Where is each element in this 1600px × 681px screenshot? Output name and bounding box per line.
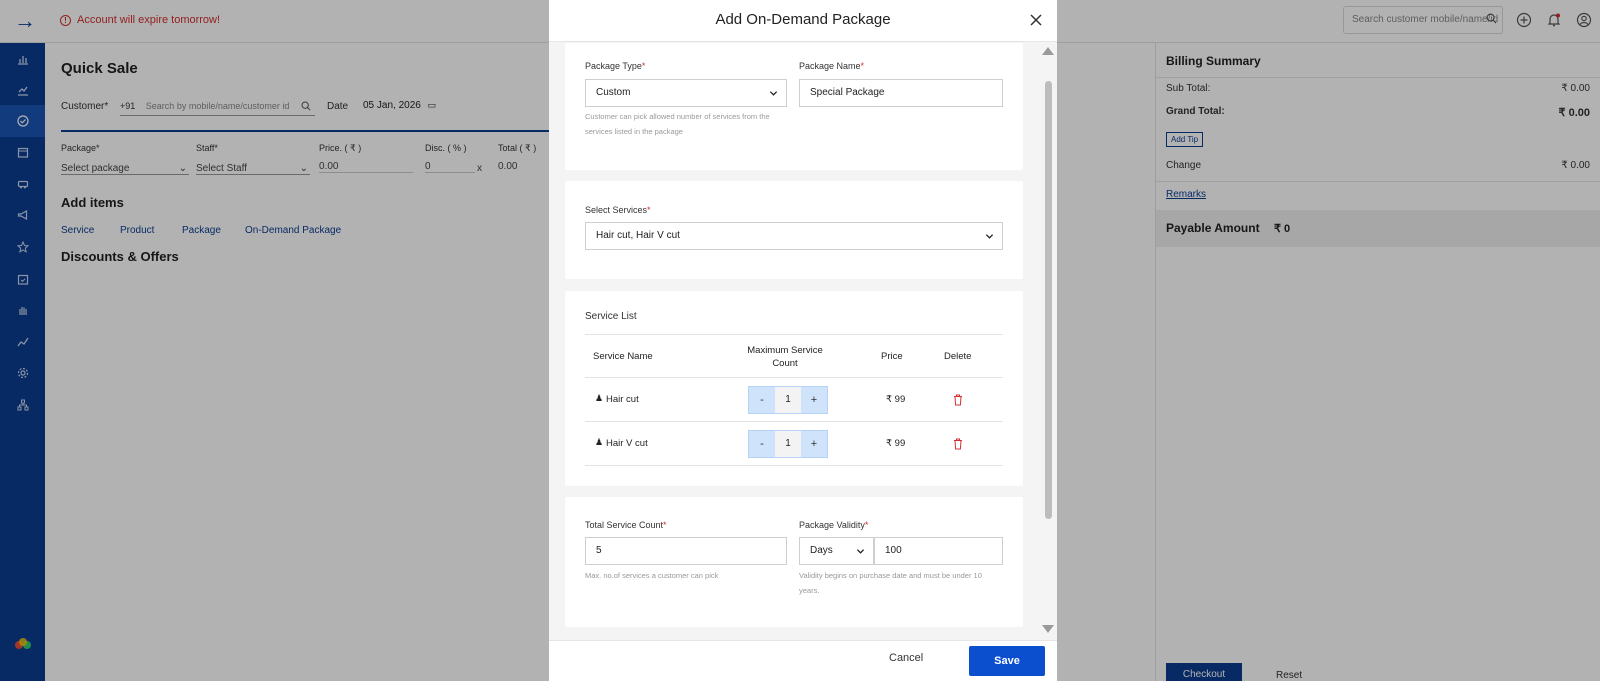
table-row: ♟ Hair V cut - 1 + ₹ 99: [585, 422, 1003, 466]
quantity-stepper: - 1 +: [748, 430, 828, 458]
close-icon[interactable]: [1029, 13, 1043, 27]
chevron-down-icon: [769, 91, 778, 96]
select-services-label: Select Services*: [585, 205, 651, 215]
trash-icon[interactable]: [953, 394, 963, 406]
modal-title: Add On-Demand Package: [715, 11, 891, 28]
package-name-input[interactable]: Special Package: [799, 79, 1003, 107]
scroll-thumb[interactable]: [1045, 81, 1052, 519]
modal-header: Add On-Demand Package: [549, 0, 1057, 42]
package-details-card: Package Type* Custom Customer can pick a…: [565, 43, 1023, 170]
service-list-card: Service List Service Name Maximum Servic…: [565, 291, 1023, 486]
delete-header: Delete: [944, 351, 972, 362]
modal-footer: Cancel Save: [549, 640, 1057, 681]
decrement-button[interactable]: -: [749, 431, 775, 457]
selected-services-value: Hair cut, Hair V cut: [596, 230, 680, 241]
table-row: ♟ Hair cut - 1 + ₹ 99: [585, 378, 1003, 422]
price-header: Price: [881, 351, 903, 362]
service-name: Hair V cut: [606, 438, 648, 449]
increment-button[interactable]: +: [801, 431, 827, 457]
count-validity-card: Total Service Count* 5 Max. no.of servic…: [565, 497, 1023, 627]
validity-hint: Validity begins on purchase date and mus…: [799, 571, 982, 595]
modal-body: Package Type* Custom Customer can pick a…: [549, 43, 1057, 640]
scroll-down-arrow-icon[interactable]: [1042, 625, 1054, 633]
decrement-button[interactable]: -: [749, 387, 775, 413]
validity-value-input[interactable]: 100: [874, 537, 1003, 565]
package-validity-label: Package Validity*: [799, 520, 869, 530]
chevron-down-icon: [856, 549, 865, 554]
quantity-stepper: - 1 +: [748, 386, 828, 414]
scroll-up-arrow-icon[interactable]: [1042, 47, 1054, 55]
modal-scrollbar[interactable]: [1041, 43, 1055, 640]
save-button[interactable]: Save: [969, 646, 1045, 676]
quantity-input[interactable]: 1: [775, 431, 801, 457]
package-type-label: Package Type*: [585, 61, 646, 71]
total-service-count-value: 5: [596, 545, 602, 556]
service-name-header: Service Name: [593, 351, 653, 362]
trash-icon[interactable]: [953, 438, 963, 450]
quantity-input[interactable]: 1: [775, 387, 801, 413]
select-services-dropdown[interactable]: Hair cut, Hair V cut: [585, 222, 1003, 250]
service-list-title: Service List: [585, 311, 637, 322]
max-count-header: Maximum Service Count: [747, 345, 823, 369]
package-type-select[interactable]: Custom: [585, 79, 787, 107]
package-name-value: Special Package: [810, 87, 885, 98]
total-count-hint: Max. no.of services a customer can pick: [585, 571, 719, 580]
package-name-label: Package Name*: [799, 61, 865, 71]
person-icon: ♟: [595, 437, 604, 447]
cancel-button[interactable]: Cancel: [889, 652, 923, 664]
chevron-down-icon: [985, 234, 994, 239]
total-service-count-label: Total Service Count*: [585, 520, 667, 530]
person-icon: ♟: [595, 393, 604, 403]
validity-value: 100: [885, 545, 902, 556]
service-price: ₹ 99: [886, 438, 906, 449]
package-type-value: Custom: [596, 87, 631, 98]
increment-button[interactable]: +: [801, 387, 827, 413]
service-table-header: Service Name Maximum Service Count Price …: [585, 334, 1003, 378]
total-service-count-input[interactable]: 5: [585, 537, 787, 565]
service-price: ₹ 99: [886, 394, 906, 405]
add-on-demand-package-modal: Add On-Demand Package Package Type* Cust…: [549, 0, 1057, 681]
validity-unit-value: Days: [810, 545, 833, 556]
package-type-hint: Customer can pick allowed number of serv…: [585, 112, 770, 136]
validity-unit-select[interactable]: Days: [799, 537, 874, 565]
select-services-card: Select Services* Hair cut, Hair V cut: [565, 181, 1023, 279]
service-name: Hair cut: [606, 394, 639, 405]
